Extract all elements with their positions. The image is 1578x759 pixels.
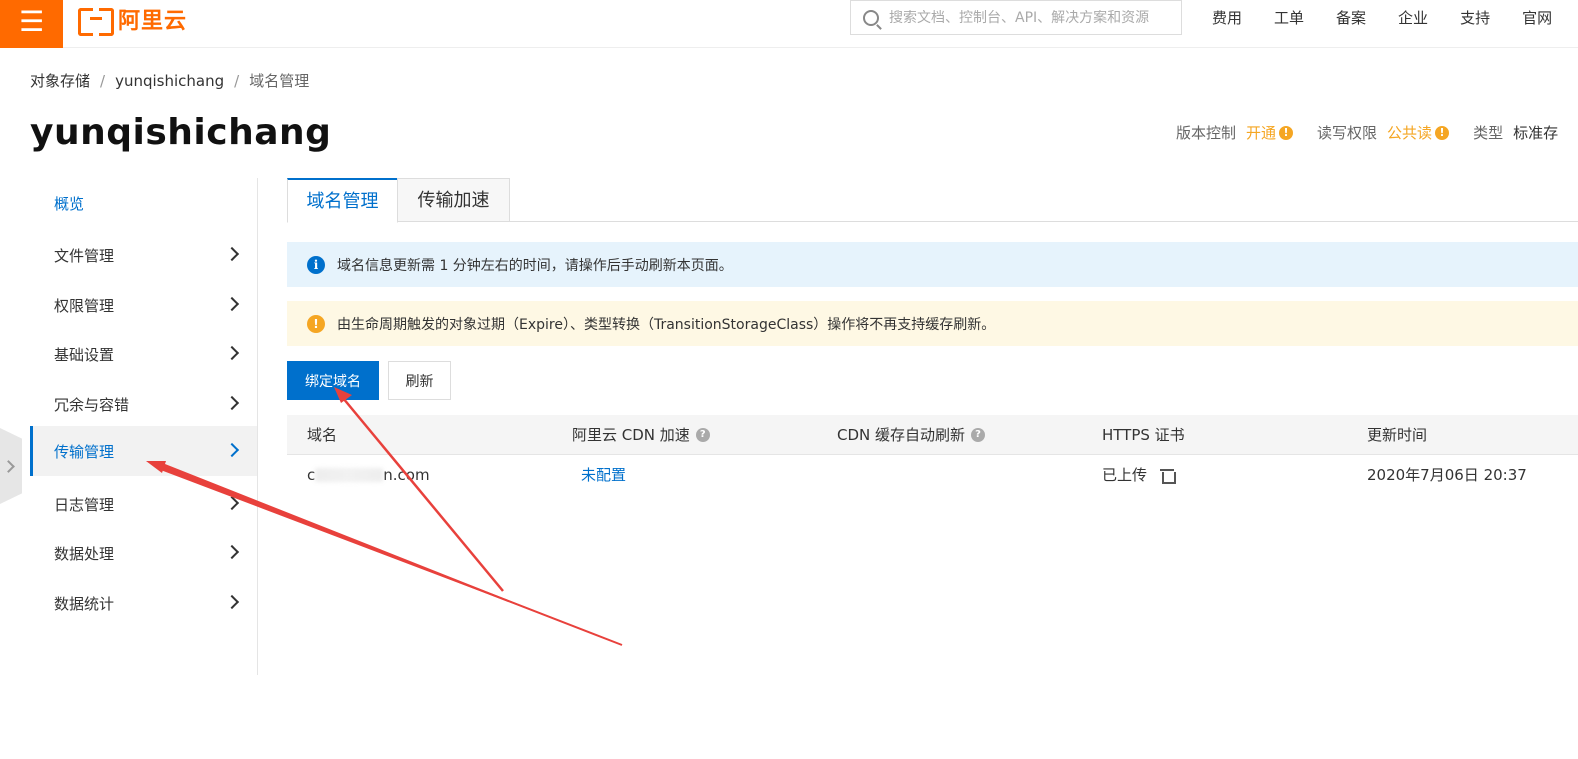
- chevron-right-icon: [224, 544, 240, 560]
- info-icon: i: [307, 255, 325, 274]
- version-control-label: 版本控制: [1176, 124, 1237, 142]
- tab-bar: 域名管理 传输加速: [287, 178, 1578, 223]
- sidebar-item-label: 数据处理: [54, 544, 115, 563]
- domain-cell: c n.com: [307, 455, 430, 495]
- breadcrumb: 对象存储 / yunqishichang / 域名管理: [30, 70, 309, 91]
- breadcrumb-separator: /: [100, 71, 106, 90]
- logo-text: 阿里云: [118, 9, 188, 34]
- top-nav-official-site[interactable]: 官网: [1522, 7, 1552, 28]
- warning-alert: ! 由生命周期触发的对象过期（Expire）、类型转换（TransitionSt…: [287, 301, 1578, 346]
- sidebar-item-data-processing[interactable]: 数据处理: [30, 528, 257, 578]
- top-nav-enterprise[interactable]: 企业: [1398, 7, 1428, 28]
- sidebar-item-redundancy[interactable]: 冗余与容错: [30, 379, 257, 429]
- help-icon[interactable]: ?: [971, 428, 986, 442]
- sidebar-item-transfer[interactable]: 传输管理: [30, 426, 257, 476]
- https-cell: 已上传: [1102, 455, 1177, 495]
- search-icon: [863, 9, 879, 26]
- column-header-cdn-refresh: CDN 缓存自动刷新?: [837, 415, 986, 455]
- refresh-button[interactable]: 刷新: [388, 361, 451, 400]
- acl-label: 读写权限: [1317, 124, 1378, 142]
- sidebar-item-label: 基础设置: [54, 345, 115, 364]
- warning-icon: !: [1279, 125, 1294, 140]
- warning-alert-text: 由生命周期触发的对象过期（Expire）、类型转换（TransitionStor…: [337, 316, 996, 333]
- column-header-label: 域名: [307, 426, 338, 444]
- redacted-block: [315, 468, 384, 482]
- search-input[interactable]: [889, 9, 1179, 26]
- sidebar: 概览 文件管理 权限管理 基础设置 冗余与容错 传输管理 日志管理 数据处理 数…: [30, 178, 258, 675]
- sidebar-item-label: 日志管理: [54, 495, 115, 514]
- table-header: 域名 阿里云 CDN 加速? CDN 缓存自动刷新? HTTPS 证书 更新时间: [287, 415, 1578, 455]
- info-alert-text: 域名信息更新需 1 分钟左右的时间，请操作后手动刷新本页面。: [337, 257, 733, 274]
- domain-suffix: n.com: [383, 466, 430, 484]
- sidebar-item-label: 概览: [54, 194, 85, 213]
- sidebar-item-logs[interactable]: 日志管理: [30, 479, 257, 529]
- sidebar-item-basic-settings[interactable]: 基础设置: [30, 329, 257, 379]
- menu-icon[interactable]: ☰: [0, 0, 63, 48]
- top-nav-icp[interactable]: 备案: [1336, 7, 1366, 28]
- version-control-value[interactable]: 开通!: [1246, 122, 1294, 143]
- chevron-right-icon: [224, 246, 240, 262]
- top-bar: ☰ 阿里云 费用 工单 备案 企业 支持 官网: [0, 0, 1578, 48]
- sidebar-item-label: 冗余与容错: [54, 395, 130, 414]
- breadcrumb-current: 域名管理: [249, 72, 310, 90]
- breadcrumb-bucket[interactable]: yunqishichang: [115, 72, 224, 90]
- sidebar-item-label: 权限管理: [54, 296, 115, 315]
- page-title: yunqishichang: [30, 112, 332, 153]
- top-nav-support[interactable]: 支持: [1460, 7, 1490, 28]
- chevron-right-icon: [224, 594, 240, 610]
- column-header-cdn: 阿里云 CDN 加速?: [572, 415, 710, 455]
- column-header-label: CDN 缓存自动刷新: [837, 426, 966, 444]
- type-label: 类型: [1473, 124, 1504, 142]
- acl-text: 公共读: [1387, 124, 1433, 142]
- bind-domain-button[interactable]: 绑定域名: [287, 361, 379, 400]
- warning-icon: !: [307, 314, 325, 333]
- column-header-https: HTTPS 证书: [1102, 415, 1185, 455]
- acl-value[interactable]: 公共读!: [1387, 122, 1450, 143]
- https-status: 已上传: [1102, 466, 1148, 484]
- domain-prefix: c: [307, 466, 316, 484]
- column-header-label: 更新时间: [1367, 426, 1428, 444]
- tab-transfer-acceleration[interactable]: 传输加速: [397, 178, 510, 222]
- type-value: 标准存: [1513, 124, 1559, 142]
- chevron-right-icon: [224, 395, 240, 411]
- tab-domain-management[interactable]: 域名管理: [287, 178, 398, 223]
- info-alert: i 域名信息更新需 1 分钟左右的时间，请操作后手动刷新本页面。: [287, 242, 1578, 287]
- sidebar-item-permissions[interactable]: 权限管理: [30, 280, 257, 330]
- column-header-domain: 域名: [307, 415, 337, 455]
- sidebar-item-statistics[interactable]: 数据统计: [30, 578, 257, 628]
- sidebar-item-files[interactable]: 文件管理: [30, 230, 257, 280]
- breadcrumb-separator: /: [234, 71, 240, 90]
- trash-icon[interactable]: [1160, 468, 1177, 484]
- sidebar-item-label: 传输管理: [54, 442, 115, 461]
- top-nav-tickets[interactable]: 工单: [1274, 7, 1304, 28]
- sidebar-item-label: 数据统计: [54, 594, 115, 613]
- warning-icon: !: [1435, 125, 1450, 140]
- chevron-right-icon: [224, 495, 240, 511]
- chevron-right-icon: [224, 296, 240, 312]
- breadcrumb-oss[interactable]: 对象存储: [30, 70, 90, 91]
- chevron-right-icon: [224, 345, 240, 361]
- aliyun-logo[interactable]: 阿里云: [78, 4, 188, 36]
- top-nav: 费用 工单 备案 企业 支持 官网: [1196, 0, 1568, 35]
- chevron-right-icon: [224, 442, 240, 458]
- column-header-label: HTTPS 证书: [1102, 426, 1185, 444]
- version-control-text: 开通: [1246, 124, 1277, 142]
- logo-mark-icon: [78, 8, 114, 36]
- updated-time-cell: 2020年7月06日 20:37: [1367, 466, 1527, 484]
- column-header-label: 阿里云 CDN 加速: [572, 426, 690, 444]
- sidebar-collapse-handle[interactable]: [0, 428, 22, 504]
- sidebar-item-label: 文件管理: [54, 246, 115, 265]
- cdn-config-link[interactable]: 未配置: [581, 455, 626, 495]
- top-nav-fees[interactable]: 费用: [1212, 7, 1242, 28]
- search-box[interactable]: [850, 0, 1182, 35]
- bucket-meta: 版本控制 开通! 读写权限 公共读! 类型 标准存: [1176, 122, 1558, 143]
- table-row: c n.com 未配置 已上传 2020年7月06日 20:37: [287, 455, 1578, 495]
- column-header-updated: 更新时间: [1367, 415, 1427, 455]
- sidebar-item-overview[interactable]: 概览: [30, 178, 257, 228]
- help-icon[interactable]: ?: [695, 428, 710, 442]
